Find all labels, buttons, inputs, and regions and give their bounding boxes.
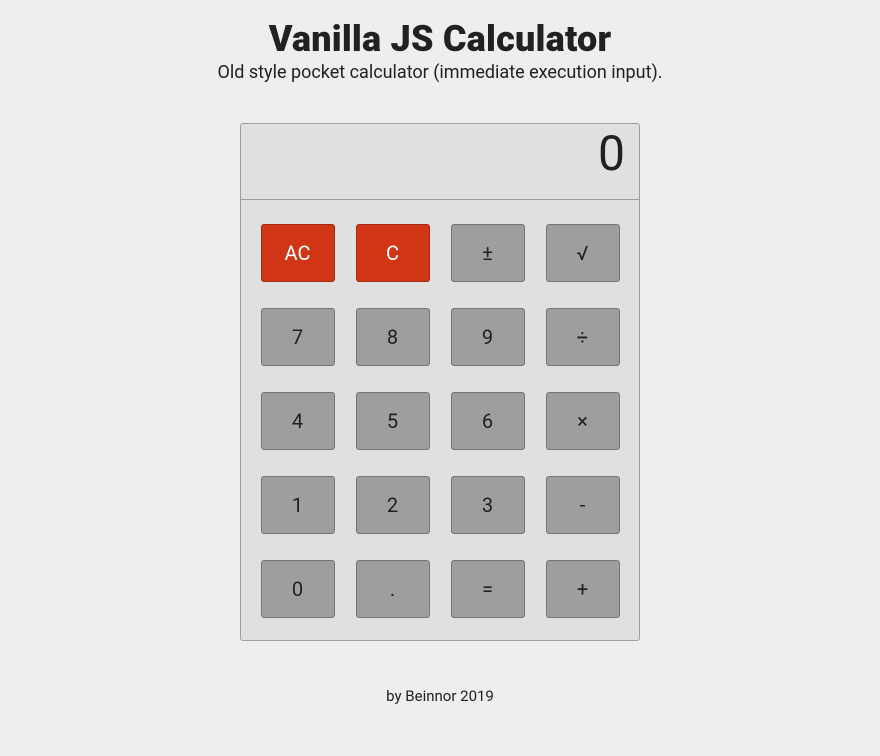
key-decimal[interactable]: . xyxy=(356,560,430,618)
calculator: 0 AC C ± √ 7 8 9 ÷ 4 5 6 × 1 2 3 - 0 . =… xyxy=(240,123,640,641)
key-clear[interactable]: C xyxy=(356,224,430,282)
page-subtitle: Old style pocket calculator (immediate e… xyxy=(218,62,663,83)
key-subtract[interactable]: - xyxy=(546,476,620,534)
key-equals[interactable]: = xyxy=(451,560,525,618)
key-9[interactable]: 9 xyxy=(451,308,525,366)
key-all-clear[interactable]: AC xyxy=(261,224,335,282)
page-footer: by Beinnor 2019 xyxy=(386,687,494,705)
key-5[interactable]: 5 xyxy=(356,392,430,450)
calculator-display: 0 xyxy=(241,124,639,200)
key-divide[interactable]: ÷ xyxy=(546,308,620,366)
calculator-keypad: AC C ± √ 7 8 9 ÷ 4 5 6 × 1 2 3 - 0 . = + xyxy=(241,200,639,640)
key-0[interactable]: 0 xyxy=(261,560,335,618)
key-8[interactable]: 8 xyxy=(356,308,430,366)
key-add[interactable]: + xyxy=(546,560,620,618)
key-7[interactable]: 7 xyxy=(261,308,335,366)
key-3[interactable]: 3 xyxy=(451,476,525,534)
key-sqrt[interactable]: √ xyxy=(546,224,620,282)
key-1[interactable]: 1 xyxy=(261,476,335,534)
key-multiply[interactable]: × xyxy=(546,392,620,450)
key-6[interactable]: 6 xyxy=(451,392,525,450)
key-4[interactable]: 4 xyxy=(261,392,335,450)
key-plus-minus[interactable]: ± xyxy=(451,224,525,282)
key-2[interactable]: 2 xyxy=(356,476,430,534)
page-title: Vanilla JS Calculator xyxy=(269,18,612,60)
